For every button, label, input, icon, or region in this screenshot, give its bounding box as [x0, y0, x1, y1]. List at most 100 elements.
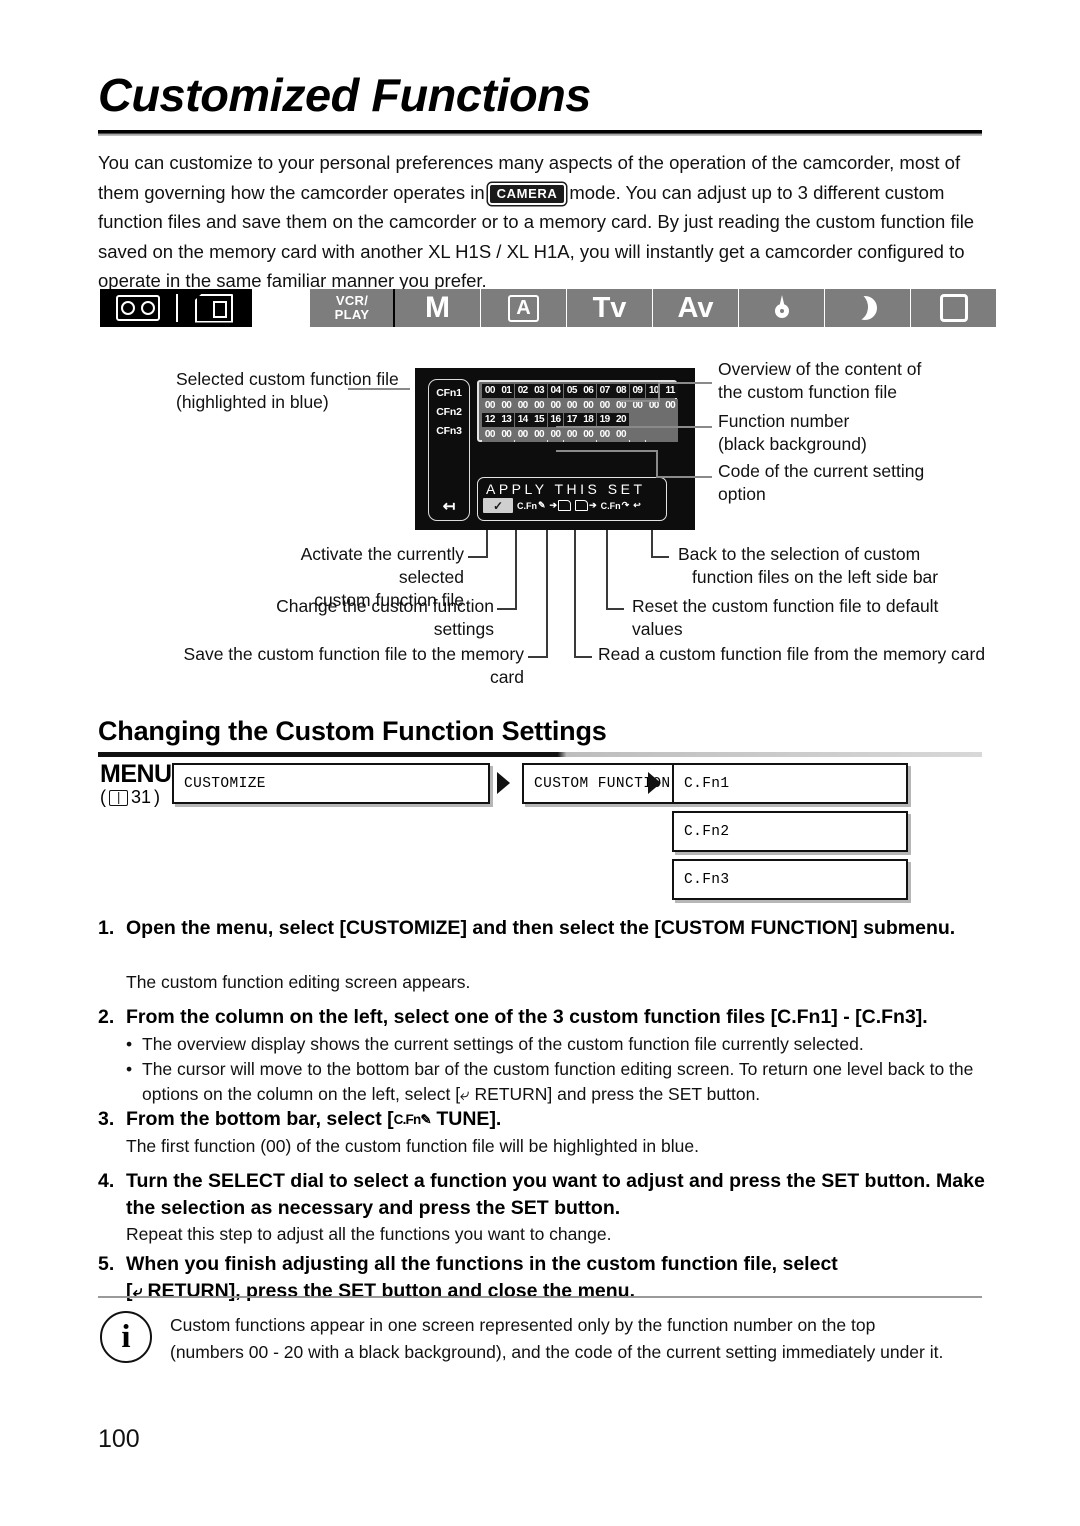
- pencil-icon: ✎: [538, 500, 546, 510]
- sidebar-return-arrow-icon[interactable]: ↤: [429, 499, 469, 514]
- step-2-number: 2.: [98, 1006, 115, 1028]
- overview-cell: 16: [547, 413, 564, 427]
- mode-av: Av: [653, 289, 739, 327]
- mode-vcr-play: VCR/ PLAY: [310, 289, 396, 327]
- label-read-card: Read a custom function file from the mem…: [598, 644, 986, 664]
- leader-back-h: [651, 556, 669, 558]
- leader-save-h: [528, 656, 548, 658]
- leader-read-h: [574, 656, 592, 658]
- overview-cell: 00: [563, 427, 580, 442]
- overview-cell: 00: [514, 398, 531, 413]
- cfn-reset-icon[interactable]: C.Fn ↷: [601, 500, 630, 511]
- intro-paragraph: You can customize to your personal prefe…: [98, 148, 988, 296]
- step-3-number: 3.: [98, 1108, 115, 1130]
- mode-easy: [911, 289, 996, 327]
- overview-cell: 09: [629, 384, 646, 398]
- menu-box-cfn1[interactable]: C.Fn1: [672, 763, 908, 804]
- mode-vcr-line2: PLAY: [334, 307, 370, 322]
- leader-overview-h: [660, 382, 712, 384]
- overview-cell: 05: [563, 384, 580, 398]
- label-code: Code of the current setting option: [718, 461, 925, 504]
- custom-function-figure: CFn1 CFn2 CFn3 ↤ 00 01 02 03 04 05 06 07 08 09 10 1…: [0, 340, 1080, 687]
- spotlight-icon: [770, 295, 794, 321]
- overview-cell: 03: [531, 384, 547, 398]
- overview-cell: 00: [596, 398, 613, 413]
- title-divider: [98, 130, 982, 136]
- step-3-text: From the bottom bar, select [C.Fn✎ TUNE]…: [126, 1106, 988, 1133]
- overview-cell: 00: [547, 398, 564, 413]
- return-arrow-icon: ⤷: [460, 1085, 470, 1104]
- note-text: Custom functions appear in one screen re…: [170, 1312, 988, 1366]
- cfn-file-side-bar[interactable]: CFn1 CFn2 CFn3 ↤: [428, 379, 470, 521]
- easy-rec-icon: [939, 294, 968, 322]
- label-selected-file: Selected custom function file (highlight…: [176, 369, 399, 412]
- section-heading: Changing the Custom Function Settings: [98, 716, 607, 746]
- label-change-settings: Change the custom function settings: [276, 596, 494, 639]
- step-2-bullet-2: • The cursor will move to the bottom bar…: [126, 1057, 992, 1107]
- leader-activate-h: [468, 556, 488, 558]
- sidebar-item-cfn1[interactable]: CFn1: [429, 387, 469, 399]
- overview-cell: 00: [498, 398, 515, 413]
- manual-page: Customized Functions You can customize t…: [0, 0, 1080, 1526]
- menu-arrow-2-icon: [648, 772, 661, 794]
- overview-cell: 11: [662, 384, 679, 398]
- overview-spacer: [629, 413, 646, 427]
- overview-spacer: [645, 413, 662, 427]
- read-from-card-icon[interactable]: ➔: [575, 500, 597, 511]
- overview-value-row-2: 00 00 00 00 00 00 00 00 00: [482, 427, 679, 442]
- overview-spacer: [662, 413, 679, 427]
- step-2-text: From the column on the left, select one …: [126, 1006, 928, 1028]
- memory-card-icon: [195, 293, 233, 323]
- mode-vcr-line1: VCR/: [335, 293, 369, 308]
- step-4: 4. Turn the SELECT dial to select a func…: [98, 1168, 988, 1222]
- menu-box-cfn2[interactable]: C.Fn2: [672, 811, 908, 852]
- overview-cell: 08: [613, 384, 629, 398]
- note-divider: [98, 1296, 982, 1298]
- overview-cell: 00: [596, 427, 613, 442]
- leader-overview-v: [658, 382, 660, 402]
- page-title: Customized Functions: [98, 69, 591, 121]
- overview-cell: 00: [514, 427, 531, 442]
- label-back: Back to the selection of custom function…: [678, 544, 939, 587]
- overview-cell: 00: [482, 384, 498, 398]
- mode-auto-label: A: [508, 294, 539, 322]
- menu-box-cfn3[interactable]: C.Fn3: [672, 859, 908, 900]
- step-2: 2. From the column on the left, select o…: [98, 1004, 988, 1031]
- leader-code-v: [656, 450, 658, 478]
- section-divider: [98, 752, 982, 757]
- menu-page-reference: ( 31 ): [100, 787, 160, 808]
- return-icon[interactable]: ↩: [633, 500, 641, 511]
- sidebar-item-cfn3[interactable]: CFn3: [429, 425, 469, 437]
- leader-function-number: [556, 426, 712, 428]
- overview-spacer: [629, 427, 646, 442]
- leader-code-h2: [656, 476, 712, 478]
- step-3-sub: The first function (00) of the custom fu…: [126, 1136, 699, 1156]
- overview-cell: 07: [596, 384, 613, 398]
- leader-reset-h: [606, 608, 624, 610]
- sidebar-item-cfn2[interactable]: CFn2: [429, 406, 469, 418]
- menu-box-customize[interactable]: CUSTOMIZE: [172, 763, 490, 804]
- leader-reset-v: [606, 530, 608, 610]
- tape-icon: [116, 295, 160, 321]
- step-2-bullet-1-text: The overview display shows the current s…: [142, 1034, 864, 1054]
- reset-arrow-icon: ↷: [621, 500, 630, 510]
- label-save-card: Save the custom function file to the mem…: [183, 644, 524, 687]
- overview-cell: 02: [514, 384, 531, 398]
- overview-cell: 00: [498, 427, 515, 442]
- overview-cell: 06: [580, 384, 597, 398]
- leader-save-v: [546, 530, 548, 658]
- operating-mode-bar: VCR/ PLAY M A Tv Av: [310, 289, 996, 327]
- overview-cell: 00: [580, 427, 597, 442]
- step-4-sub: Repeat this step to adjust all the funct…: [126, 1224, 612, 1244]
- step-1-sub: The custom function editing screen appea…: [126, 972, 471, 992]
- media-tape-cell: [100, 289, 176, 327]
- leader-activate-v: [486, 530, 488, 558]
- cfn-tune-icon[interactable]: C.Fn ✎: [517, 500, 546, 511]
- step-1-text: Open the menu, select [CUSTOMIZE] and th…: [126, 917, 956, 939]
- cfn-overview-display: 00 01 02 03 04 05 06 07 08 09 10 11 00 00 00 00 00 00 00 0…: [477, 380, 679, 442]
- overview-cell: 20: [613, 413, 629, 427]
- save-to-card-icon[interactable]: ➔: [550, 500, 572, 511]
- apply-check-icon[interactable]: ✓: [483, 498, 513, 513]
- cfn-bottom-bar[interactable]: APPLY THIS SET ✓ C.Fn ✎ ➔ ➔ C.Fn ↷ ↩: [477, 477, 667, 521]
- overview-cell: 14: [514, 413, 531, 427]
